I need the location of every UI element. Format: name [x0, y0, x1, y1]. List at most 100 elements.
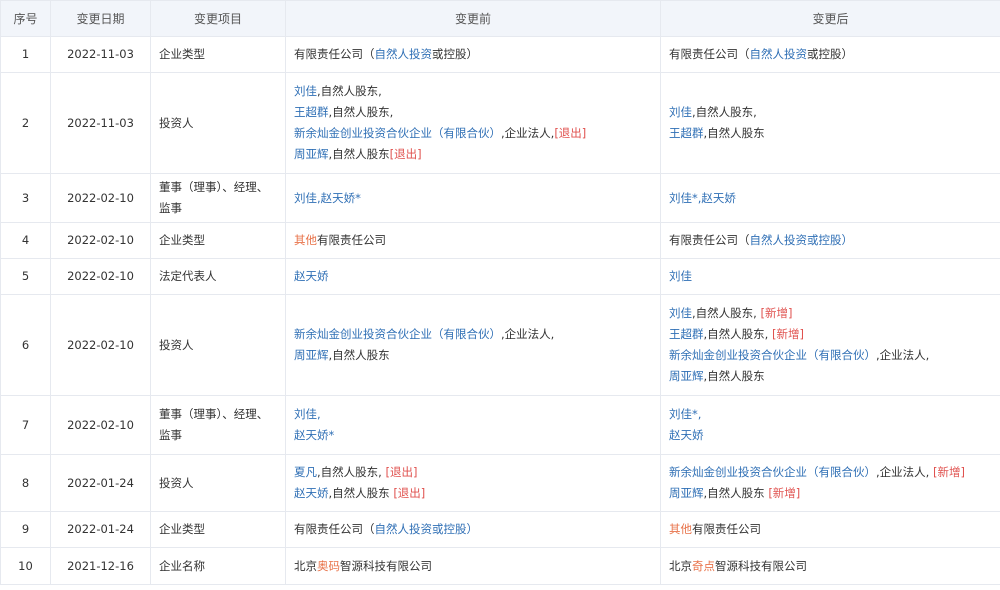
text-segment: ,自然人股东, [328, 105, 394, 119]
entity-link[interactable]: 自然人投资 [375, 47, 433, 61]
entity-link[interactable]: 王超群 [294, 105, 329, 119]
table-body: 1 2022-11-03 企业类型 有限责任公司（自然人投资或控股） 有限责任公司（自然… [0, 36, 1000, 585]
entity-link[interactable]: 刘佳 [669, 306, 692, 320]
entity-link[interactable]: 周亚辉 [669, 369, 704, 383]
before-line: 其他有限责任公司 [294, 230, 652, 251]
after-line: 北京奇点智源科技有限公司 [669, 556, 992, 577]
entity-link[interactable]: 新余灿金创业投资合伙企业（有限合伙） [294, 126, 501, 140]
row-item: 法定代表人 [150, 258, 286, 295]
entity-link[interactable]: 自然人投资或控股） [375, 522, 479, 536]
entity-link[interactable]: 赵天娇 [294, 269, 329, 283]
table-row: 6 2022-02-10 投资人 新余灿金创业投资合伙企业（有限合伙）,企业法人, 周亚… [0, 294, 1000, 396]
text-segment: 奇点 [692, 558, 715, 573]
text-segment: ,自然人股东, [692, 105, 757, 119]
before-line: 刘佳,赵天娇* [294, 188, 652, 209]
row-seq: 7 [0, 395, 51, 455]
row-item: 企业类型 [150, 222, 286, 259]
after-line: 其他有限责任公司 [669, 519, 992, 540]
entity-link[interactable]: 新余灿金创业投资合伙企业（有限合伙） [669, 348, 876, 362]
change-history-table: 序号 变更日期 变更项目 变更前 变更后 1 2022-11-03 企业类型 有限责任… [0, 0, 1000, 585]
row-date: 2022-02-10 [50, 222, 151, 259]
text-segment: 智源科技有限公司 [715, 558, 807, 573]
row-date: 2022-02-10 [50, 258, 151, 295]
row-seq: 6 [0, 294, 51, 396]
status-tag: [退出] [554, 126, 587, 140]
row-before: 新余灿金创业投资合伙企业（有限合伙）,企业法人, 周亚辉,自然人股东 [285, 294, 661, 396]
entity-link[interactable]: 刘佳 [669, 269, 692, 283]
row-item: 企业名称 [150, 547, 286, 585]
text-segment: ,企业法人, [501, 327, 555, 341]
entity-link[interactable]: 刘佳 [294, 84, 317, 98]
table-row: 7 2022-02-10 董事（理事）、经理、 监事 刘佳, 赵天娇* 刘佳*, 赵天娇 [0, 395, 1000, 455]
entity-link[interactable]: 赵天娇 [294, 486, 329, 500]
entity-link[interactable]: 刘佳, [294, 407, 321, 421]
after-line: 有限责任公司（自然人投资或控股） [669, 230, 992, 251]
entity-link[interactable]: 刘佳*, [669, 407, 701, 421]
item-line: 企业类型 [159, 47, 205, 61]
entity-link[interactable]: 周亚辉 [669, 486, 704, 500]
after-line: 刘佳*, [669, 404, 992, 425]
status-tag: [退出] [385, 465, 418, 479]
after-line: 刘佳 [669, 266, 992, 287]
row-item: 投资人 [150, 454, 286, 512]
text-segment: ,自然人股东, [703, 327, 772, 341]
entity-link[interactable]: 王超群 [669, 327, 704, 341]
row-after: 其他有限责任公司 [660, 511, 1000, 548]
item-line: 企业名称 [159, 558, 205, 573]
entity-link[interactable]: 刘佳*,赵天娇 [669, 191, 736, 205]
row-date: 2022-11-03 [50, 72, 151, 174]
text-segment: 其他 [294, 233, 317, 247]
row-before: 有限责任公司（自然人投资或控股） [285, 36, 661, 73]
row-after: 刘佳*,赵天娇 [660, 173, 1000, 223]
table-row: 10 2021-12-16 企业名称 北京奥码智源科技有限公司 北京奇点智源科技有限公司 [0, 547, 1000, 585]
entity-link[interactable]: 赵天娇 [669, 428, 704, 442]
table-row: 4 2022-02-10 企业类型 其他有限责任公司 有限责任公司（自然人投资或控股） [0, 222, 1000, 259]
row-seq: 10 [0, 547, 51, 585]
text-segment: 有限责任公司（ [669, 233, 750, 247]
row-date: 2022-02-10 [50, 294, 151, 396]
item-line: 投资人 [159, 337, 194, 352]
entity-link[interactable]: 周亚辉 [294, 147, 329, 161]
item-line: 投资人 [159, 475, 194, 490]
entity-link[interactable]: 自然人投资 [750, 47, 808, 61]
text-segment: 北京 [294, 558, 317, 573]
entity-link[interactable]: 夏凡 [294, 465, 317, 479]
row-seq: 8 [0, 454, 51, 512]
entity-link[interactable]: 新余灿金创业投资合伙企业（有限合伙） [294, 327, 501, 341]
entity-link[interactable]: 自然人投资或控股） [750, 233, 854, 247]
before-line: 王超群,自然人股东, [294, 102, 652, 123]
text-segment: 有限责任公司 [317, 233, 386, 247]
entity-link[interactable]: 王超群 [669, 126, 704, 140]
status-tag: [退出] [393, 486, 426, 500]
item-line: 监事 [159, 201, 182, 215]
text-segment: ,自然人股东, [317, 465, 386, 479]
table-row: 2 2022-11-03 投资人 刘佳,自然人股东, 王超群,自然人股东, 新余灿金创业投… [0, 72, 1000, 174]
text-segment: ,企业法人, [501, 126, 555, 140]
text-segment: ,自然人股东 [328, 486, 394, 500]
before-line: 赵天娇 [294, 266, 652, 287]
row-date: 2022-02-10 [50, 395, 151, 455]
entity-link[interactable]: 赵天娇* [294, 428, 334, 442]
entity-link[interactable]: 刘佳 [669, 105, 692, 119]
header-after: 变更后 [660, 0, 1000, 37]
item-line: 企业类型 [159, 522, 205, 536]
row-after: 刘佳*, 赵天娇 [660, 395, 1000, 455]
row-item: 企业类型 [150, 36, 286, 73]
after-line: 王超群,自然人股东, [新增] [669, 324, 992, 345]
text-segment: 奥码 [317, 558, 340, 573]
item-line: 监事 [159, 428, 182, 442]
item-line: 投资人 [159, 115, 194, 130]
after-line: 刘佳,自然人股东, [669, 102, 992, 123]
table-row: 9 2022-01-24 企业类型 有限责任公司（自然人投资或控股） 其他有限责任公司 [0, 511, 1000, 548]
entity-link[interactable]: 新余灿金创业投资合伙企业（有限合伙） [669, 465, 876, 479]
entity-link[interactable]: 周亚辉 [294, 348, 329, 362]
header-item: 变更项目 [150, 0, 286, 37]
entity-link[interactable]: 刘佳,赵天娇* [294, 191, 361, 205]
row-after: 新余灿金创业投资合伙企业（有限合伙）,企业法人, [新增] 周亚辉,自然人股东 [… [660, 454, 1000, 512]
text-segment: 其他 [669, 522, 692, 536]
row-date: 2022-01-24 [50, 454, 151, 512]
row-seq: 3 [0, 173, 51, 223]
text-segment: ,企业法人, [876, 465, 933, 479]
row-before: 有限责任公司（自然人投资或控股） [285, 511, 661, 548]
after-line: 新余灿金创业投资合伙企业（有限合伙）,企业法人, [新增] [669, 462, 992, 483]
